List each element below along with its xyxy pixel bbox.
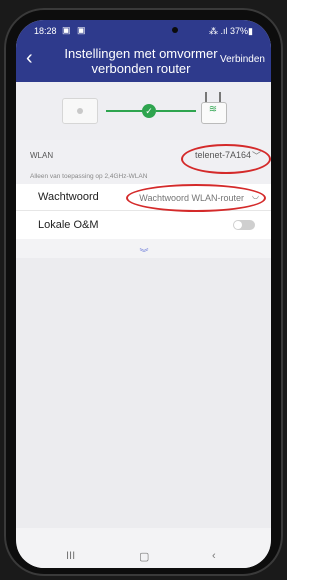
home-button[interactable]: ▢ — [139, 550, 149, 563]
wlan-label: WLAN — [30, 151, 54, 160]
phone: 18:28 ▣ ▣ ⁂ .ıl 37%▮ ‹ Instellingen met … — [0, 0, 287, 580]
inverter-dot — [77, 108, 83, 114]
connection-diagram: ✓ ≋ — [16, 82, 271, 140]
expand-icon[interactable]: ︾ — [132, 246, 156, 258]
local-om-row: Lokale O&M — [16, 211, 271, 239]
connection-line-right — [156, 110, 196, 112]
notification-icons: ▣ ▣ — [62, 25, 88, 35]
app-header: ‹ Instellingen met omvormer verbonden ro… — [16, 42, 271, 82]
recents-button[interactable]: III — [66, 550, 75, 562]
connection-line-left — [106, 110, 146, 112]
status-time: 18:28 — [34, 26, 57, 36]
content-background — [16, 258, 271, 528]
status-bar: 18:28 ▣ ▣ ⁂ .ıl 37%▮ — [16, 20, 271, 42]
system-nav-bar: III ▢ ‹ — [16, 548, 271, 568]
camera-cutout — [172, 27, 178, 33]
password-highlight-oval — [126, 184, 266, 212]
inverter-icon — [62, 98, 98, 124]
status-right: ⁂ .ıl 37%▮ — [209, 26, 253, 36]
wlan-highlight-oval — [181, 144, 271, 174]
back-icon[interactable]: ‹ — [26, 48, 33, 68]
page-title: Instellingen met omvormer verbonden rout… — [64, 46, 218, 76]
wifi-icon: ≋ — [208, 104, 218, 115]
local-om-label: Lokale O&M — [38, 219, 99, 231]
router-antenna-left — [205, 92, 207, 102]
connect-button[interactable]: Verbinden — [220, 54, 265, 65]
router-antenna-right — [219, 92, 221, 102]
check-icon: ✓ — [142, 104, 156, 118]
password-label: Wachtwoord — [38, 191, 99, 203]
back-button[interactable]: ‹ — [212, 550, 216, 562]
app-screen: 18:28 ▣ ▣ ⁂ .ıl 37%▮ ‹ Instellingen met … — [16, 20, 271, 568]
toggle-knob — [234, 221, 242, 229]
router-icon: ≋ — [201, 92, 227, 124]
local-om-toggle[interactable] — [233, 220, 255, 230]
